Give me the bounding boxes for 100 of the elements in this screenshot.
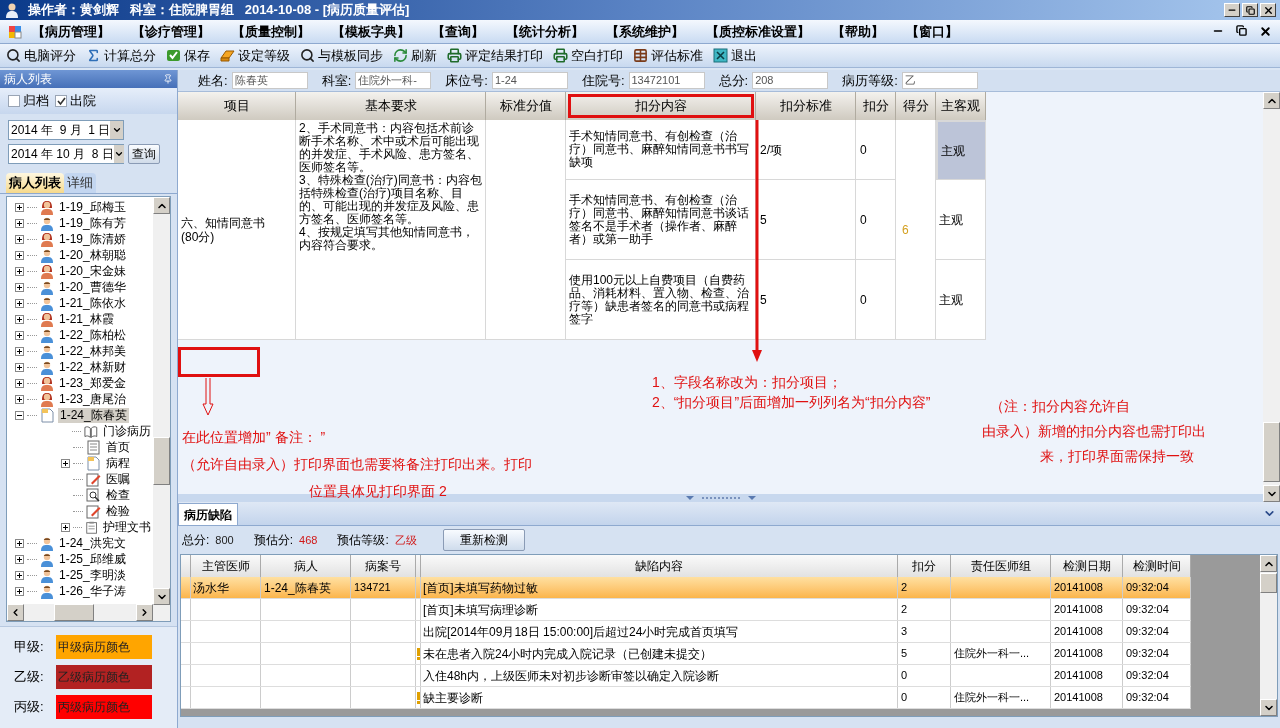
toolbar-button[interactable]: 空白打印 [553, 45, 623, 66]
expand-icon[interactable] [15, 202, 24, 212]
checkbox[interactable] [8, 95, 20, 107]
tree-item[interactable]: 1-21_林霞 [57, 311, 116, 327]
column-header[interactable]: 项目 [178, 92, 296, 120]
tree-item[interactable]: 1-19_陈有芳 [57, 215, 128, 231]
close-icon[interactable] [1259, 25, 1272, 38]
tree-item[interactable]: 1-19_陈清娇 [57, 231, 128, 247]
tree-item[interactable]: 1-23_唐尾治 [57, 391, 128, 407]
date-picker[interactable]: 2014 年 9 月 1 日 [8, 120, 124, 140]
date-picker[interactable]: 2014 年 10 月 8 日 [8, 144, 124, 164]
expand-icon[interactable] [15, 554, 24, 564]
column-header[interactable]: 得分 [896, 92, 936, 120]
close-button[interactable] [1260, 3, 1276, 17]
checkbox[interactable] [55, 95, 67, 107]
column-header[interactable]: 主客观 [936, 92, 986, 120]
tab[interactable]: 病人列表 [6, 173, 64, 193]
expand-icon[interactable] [15, 250, 24, 260]
toolbar-button[interactable]: 与模板同步 [300, 45, 383, 66]
tree-item[interactable]: 护理文书 [101, 519, 153, 535]
dropdown-icon[interactable] [111, 125, 122, 135]
menu-item[interactable]: 【模板字典】 [332, 21, 410, 42]
scrollbar-thumb[interactable] [1263, 422, 1280, 482]
vertical-scrollbar[interactable] [153, 197, 170, 605]
tree-item[interactable]: 1-25_李明淡 [57, 567, 128, 583]
tree-item[interactable]: 1-20_宋金妹 [57, 263, 128, 279]
tree-item[interactable]: 1-20_林朝聪 [57, 247, 128, 263]
column-header[interactable]: 扣分标准 [756, 92, 856, 120]
column-header[interactable]: 扣分内容 [566, 92, 756, 120]
input-field[interactable]: 住院外一科- [355, 72, 432, 89]
column-header[interactable]: 标准分值 [486, 92, 566, 120]
table-cell[interactable]: 主观 [936, 260, 986, 340]
menu-item[interactable]: 【系统维护】 [606, 21, 684, 42]
query-button[interactable]: 查询 [128, 144, 160, 164]
tab[interactable]: 病历缺陷 [178, 503, 238, 525]
splitter-handle-icon[interactable] [685, 495, 756, 501]
app-menu-icon[interactable] [8, 24, 22, 39]
collapse-icon[interactable] [15, 410, 24, 420]
tree-item[interactable]: 首页 [104, 439, 132, 455]
pin-icon[interactable] [163, 74, 173, 84]
menu-item[interactable]: 【窗口】 [906, 21, 958, 42]
tree-item[interactable]: 1-26_华子涛 [57, 583, 128, 599]
tree-item[interactable]: 1-24_洪宪文 [57, 535, 128, 551]
menu-item[interactable]: 【诊疗管理】 [132, 21, 210, 42]
expand-icon[interactable] [15, 314, 24, 324]
expand-icon[interactable] [15, 234, 24, 244]
expand-icon[interactable] [15, 218, 24, 228]
menu-item[interactable]: 【查询】 [432, 21, 484, 42]
tree-item[interactable]: 1-22_林新财 [57, 359, 128, 375]
table-cell[interactable]: 主观 [936, 180, 986, 260]
toolbar-button[interactable]: 退出 [713, 45, 757, 66]
toolbar-button[interactable]: 评定结果打印 [447, 45, 543, 66]
menu-item[interactable]: 【质控标准设置】 [706, 21, 810, 42]
expand-icon[interactable] [15, 362, 24, 372]
table-cell[interactable]: 主观 [936, 120, 986, 180]
tree-item[interactable]: 病程 [104, 455, 132, 471]
tree-item[interactable]: 检验 [104, 503, 132, 519]
tree-item[interactable]: 1-22_陈柏松 [57, 327, 128, 343]
input-field[interactable]: 乙 [901, 72, 978, 89]
expand-icon[interactable] [61, 522, 70, 532]
input-field[interactable]: 陈春英 [231, 72, 308, 89]
tree-item[interactable]: 1-19_邱梅玉 [57, 199, 128, 215]
toolbar-button[interactable]: 保存 [166, 45, 210, 66]
dropdown-icon[interactable] [113, 149, 124, 159]
table-row[interactable]: 出院[2014年09月18日 15:00:00]后超过24小时完成首页填写 3 20141008 09:32:04 [181, 621, 1191, 643]
expand-icon[interactable] [15, 570, 24, 580]
restore-icon[interactable] [1236, 25, 1247, 36]
toolbar-button[interactable]: 设定等级 [220, 45, 290, 66]
tab[interactable]: 详细 [64, 173, 96, 193]
tree-item[interactable]: 医嘱 [104, 471, 132, 487]
expand-icon[interactable] [15, 378, 24, 388]
column-header[interactable]: 扣分 [856, 92, 896, 120]
menu-item[interactable]: 【帮助】 [832, 21, 884, 42]
recheck-button[interactable]: 重新检测 [442, 529, 525, 551]
input-field[interactable]: 208 [752, 72, 829, 89]
expand-icon[interactable] [15, 586, 24, 596]
table-row[interactable]: 入住48h内，上级医师未对初步诊断审签以确定入院诊断 0 20141008 09:32:04 [181, 665, 1191, 687]
table-row[interactable]: 未在患者入院24小时内完成入院记录（已创建未提交） 5 住院外一科一... 20141008 09:32:04 [181, 643, 1191, 665]
table-row[interactable]: 汤水华 1-24_陈春英 134721 [首页]未填写药物过敏 2 20141008 09:32:04 [181, 577, 1191, 599]
expand-icon[interactable] [15, 538, 24, 548]
tree-item[interactable]: 1-20_曹德华 [57, 279, 128, 295]
expand-icon[interactable] [15, 394, 24, 404]
expand-icon[interactable] [15, 266, 24, 276]
vertical-scrollbar[interactable] [1263, 92, 1280, 502]
expand-icon[interactable] [15, 298, 24, 308]
tree-item[interactable]: 检查 [104, 487, 132, 503]
vertical-scrollbar[interactable] [1260, 555, 1277, 716]
restore-button[interactable] [1242, 3, 1258, 17]
menu-item[interactable]: 【统计分析】 [506, 21, 584, 42]
input-field[interactable]: 1-24 [491, 72, 568, 89]
menu-item[interactable]: 【质量控制】 [232, 21, 310, 42]
tree-item[interactable]: 1-23_郑爱金 [57, 375, 128, 391]
expand-icon[interactable] [15, 282, 24, 292]
scrollbar-thumb[interactable] [153, 437, 170, 485]
input-field[interactable]: 13472101 [628, 72, 705, 89]
scrollbar-thumb[interactable] [1260, 573, 1277, 593]
toolbar-button[interactable]: 刷新 [393, 45, 437, 66]
tree-item[interactable]: 1-25_邱维威 [57, 551, 128, 567]
expand-icon[interactable] [15, 346, 24, 356]
table-row[interactable]: 缺主要诊断 0 住院外一科一... 20141008 09:32:04 [181, 687, 1191, 709]
